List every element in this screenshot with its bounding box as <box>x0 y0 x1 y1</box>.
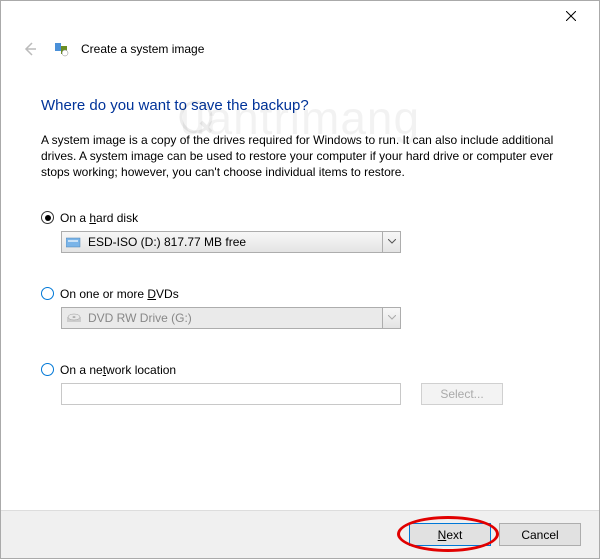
close-button[interactable] <box>551 2 591 30</box>
option-hard-disk: On a hard disk ESD-ISO (D:) 817.77 MB fr… <box>41 211 559 253</box>
network-select-button: Select... <box>421 383 503 405</box>
dvd-value: DVD RW Drive (G:) <box>88 311 382 325</box>
radio-label-network: On a network location <box>60 363 176 377</box>
page-heading: Where do you want to save the backup? <box>41 97 559 114</box>
radio-dvds[interactable]: On one or more DVDs <box>41 287 559 301</box>
close-icon <box>566 11 576 21</box>
chevron-down-icon <box>382 232 400 252</box>
wizard-header: Create a system image <box>1 31 599 75</box>
radio-icon <box>41 287 54 300</box>
option-network: On a network location Select... <box>41 363 559 405</box>
radio-label-dvds: On one or more DVDs <box>60 287 179 301</box>
content-area: Where do you want to save the backup? A … <box>1 75 599 405</box>
cancel-button[interactable]: Cancel <box>499 523 581 546</box>
titlebar <box>1 1 599 31</box>
option-dvds: On one or more DVDs DVD RW Drive (G:) <box>41 287 559 329</box>
radio-icon <box>41 211 54 224</box>
radio-icon <box>41 363 54 376</box>
system-image-icon <box>53 41 69 57</box>
back-button[interactable] <box>17 37 41 61</box>
next-button[interactable]: Next <box>409 523 491 546</box>
chevron-down-icon <box>382 308 400 328</box>
radio-label-hard-disk: On a hard disk <box>60 211 138 225</box>
radio-network[interactable]: On a network location <box>41 363 559 377</box>
hard-disk-value: ESD-ISO (D:) 817.77 MB free <box>88 235 382 249</box>
footer: Next Cancel <box>1 510 599 558</box>
back-arrow-icon <box>20 40 38 58</box>
wizard-title: Create a system image <box>81 42 204 56</box>
drive-icon <box>66 235 82 249</box>
disc-icon <box>66 311 82 325</box>
dvd-select: DVD RW Drive (G:) <box>61 307 401 329</box>
radio-hard-disk[interactable]: On a hard disk <box>41 211 559 225</box>
page-description: A system image is a copy of the drives r… <box>41 132 559 181</box>
hard-disk-select[interactable]: ESD-ISO (D:) 817.77 MB free <box>61 231 401 253</box>
network-location-input[interactable] <box>61 383 401 405</box>
